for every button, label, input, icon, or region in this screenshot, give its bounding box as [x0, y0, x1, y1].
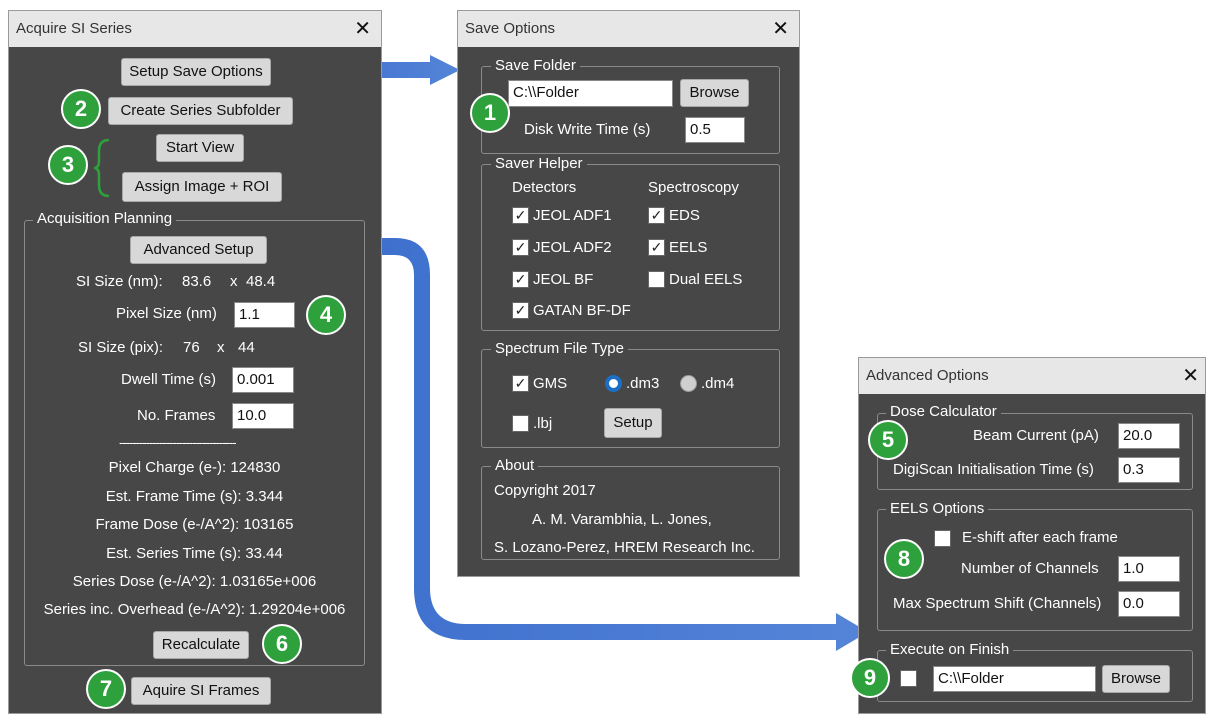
window-title: Advanced Options — [859, 358, 1205, 394]
recalculate-button[interactable]: Recalculate — [153, 631, 249, 659]
separator: ----------------------------------- — [119, 435, 237, 450]
step-badge-3: 3 — [48, 145, 88, 185]
copyright-text: Copyright 2017 — [494, 482, 596, 499]
advanced-setup-button[interactable]: Advanced Setup — [130, 236, 267, 264]
series-overhead-readout: Series inc. Overhead (e-/A^2): 1.29204e+… — [43, 601, 346, 618]
dual-eels-label: Dual EELS — [669, 271, 743, 288]
window-title: Acquire SI Series — [9, 11, 381, 47]
digiscan-label: DigiScan Initialisation Time (s) — [893, 461, 1094, 478]
spectrum-file-type-label: Spectrum File Type — [491, 341, 628, 357]
execute-checkbox[interactable] — [900, 670, 917, 687]
gatan-bf-df-checkbox[interactable]: ✓ — [512, 302, 529, 319]
gms-label: GMS — [533, 375, 568, 392]
dm4-label: .dm4 — [701, 375, 735, 392]
save-folder-label: Save Folder — [491, 58, 580, 74]
close-icon[interactable]: ✕ — [354, 11, 371, 47]
frames-label: No. Frames — [137, 407, 216, 424]
series-dose-readout: Series Dose (e-/A^2): 1.03165e+006 — [72, 573, 317, 590]
start-view-button[interactable]: Start View — [156, 134, 244, 162]
dual-eels-checkbox[interactable] — [648, 271, 665, 288]
channels-label: Number of Channels — [961, 560, 1099, 577]
si-size-pix-label: SI Size (pix): — [78, 339, 164, 356]
jeol-adf1-label: JEOL ADF1 — [533, 207, 612, 224]
si-size-nm-y: 48.4 — [246, 273, 276, 290]
jeol-adf2-label: JEOL ADF2 — [533, 239, 612, 256]
pixel-charge-readout: Pixel Charge (e-): 124830 — [108, 459, 281, 476]
window-title: Save Options — [458, 11, 799, 47]
jeol-adf2-checkbox[interactable]: ✓ — [512, 239, 529, 256]
execute-browse-button[interactable]: Browse — [1102, 665, 1170, 693]
beam-current-input[interactable]: 20.0 — [1118, 423, 1180, 449]
step-badge-5: 5 — [868, 420, 908, 460]
dose-calculator-label: Dose Calculator — [886, 404, 1001, 420]
saver-helper-label: Saver Helper — [491, 156, 587, 172]
jeol-bf-label: JEOL BF — [533, 271, 594, 288]
close-icon[interactable]: ✕ — [772, 11, 789, 47]
jeol-adf1-checkbox[interactable]: ✓ — [512, 207, 529, 224]
eds-checkbox[interactable]: ✓ — [648, 207, 665, 224]
frame-time-readout: Est. Frame Time (s): 3.344 — [105, 488, 284, 505]
disk-write-input[interactable]: 0.5 — [685, 117, 745, 143]
frames-input[interactable]: 10.0 — [232, 403, 294, 429]
browse-button[interactable]: Browse — [680, 79, 749, 107]
step-badge-1: 1 — [470, 93, 510, 133]
create-series-subfolder-button[interactable]: Create Series Subfolder — [108, 97, 293, 125]
max-shift-input[interactable]: 0.0 — [1118, 591, 1180, 617]
jeol-bf-checkbox[interactable]: ✓ — [512, 271, 529, 288]
setup-save-options-button[interactable]: Setup Save Options — [121, 58, 271, 86]
gatan-bf-df-label: GATAN BF-DF — [533, 302, 631, 319]
close-icon[interactable]: ✕ — [1182, 358, 1199, 394]
about-label: About — [491, 458, 539, 474]
save-folder-input[interactable]: C:\\Folder — [508, 80, 673, 107]
series-time-readout: Est. Series Time (s): 33.44 — [106, 545, 283, 562]
beam-current-label: Beam Current (pA) — [973, 427, 1099, 444]
eshift-label: E-shift after each frame — [962, 529, 1118, 546]
si-size-pix-x: 76 — [183, 339, 200, 356]
si-size-nm-sep: x — [230, 273, 238, 290]
bracket-icon — [93, 139, 110, 197]
pixel-size-label: Pixel Size (nm) — [116, 305, 217, 322]
detectors-header: Detectors — [512, 179, 577, 196]
step-badge-9: 9 — [850, 658, 890, 698]
pixel-size-input[interactable]: 1.1 — [234, 302, 295, 328]
si-size-nm-x: 83.6 — [182, 273, 212, 290]
step-badge-4: 4 — [306, 295, 346, 335]
si-size-pix-y: 44 — [238, 339, 255, 356]
save-options-window: Save Options ✕ Save Folder C:\\Folder Br… — [457, 10, 800, 577]
si-size-pix-sep: x — [217, 339, 225, 356]
dwell-time-label: Dwell Time (s) — [121, 371, 217, 388]
step-badge-6: 6 — [262, 624, 302, 664]
authors-line-1: A. M. Varambhia, L. Jones, — [532, 511, 712, 528]
dm3-label: .dm3 — [626, 375, 660, 392]
gms-checkbox[interactable]: ✓ — [512, 375, 529, 392]
acquisition-planning-label: Acquisition Planning — [33, 211, 177, 227]
advanced-options-window: Advanced Options ✕ Dose Calculator Beam … — [858, 357, 1206, 714]
execute-folder-input[interactable]: C:\\Folder — [933, 666, 1096, 692]
digiscan-input[interactable]: 0.3 — [1118, 457, 1180, 483]
eels-options-label: EELS Options — [886, 501, 989, 517]
dm3-radio[interactable] — [605, 375, 622, 392]
spectroscopy-header: Spectroscopy — [648, 179, 739, 196]
frame-dose-readout: Frame Dose (e-/A^2): 103165 — [95, 516, 294, 533]
si-size-nm-label: SI Size (nm): — [76, 273, 163, 290]
execute-on-finish-label: Execute on Finish — [886, 642, 1014, 658]
setup-button[interactable]: Setup — [604, 408, 662, 438]
assign-image-roi-button[interactable]: Assign Image + ROI — [122, 172, 282, 202]
eels-label: EELS — [669, 239, 708, 256]
step-badge-7: 7 — [86, 669, 126, 709]
lbj-checkbox[interactable] — [512, 415, 529, 432]
eds-label: EDS — [669, 207, 700, 224]
dm4-radio[interactable] — [680, 375, 697, 392]
eshift-checkbox[interactable] — [934, 530, 951, 547]
disk-write-label: Disk Write Time (s) — [524, 121, 651, 138]
step-badge-2: 2 — [61, 89, 101, 129]
max-shift-label: Max Spectrum Shift (Channels) — [893, 595, 1102, 612]
step-badge-8: 8 — [884, 539, 924, 579]
acquire-si-frames-button[interactable]: Aquire SI Frames — [131, 677, 271, 705]
dwell-time-input[interactable]: 0.001 — [232, 367, 294, 393]
eels-checkbox[interactable]: ✓ — [648, 239, 665, 256]
authors-line-2: S. Lozano-Perez, HREM Research Inc. — [494, 539, 755, 556]
channels-input[interactable]: 1.0 — [1118, 556, 1180, 582]
lbj-label: .lbj — [533, 415, 553, 432]
